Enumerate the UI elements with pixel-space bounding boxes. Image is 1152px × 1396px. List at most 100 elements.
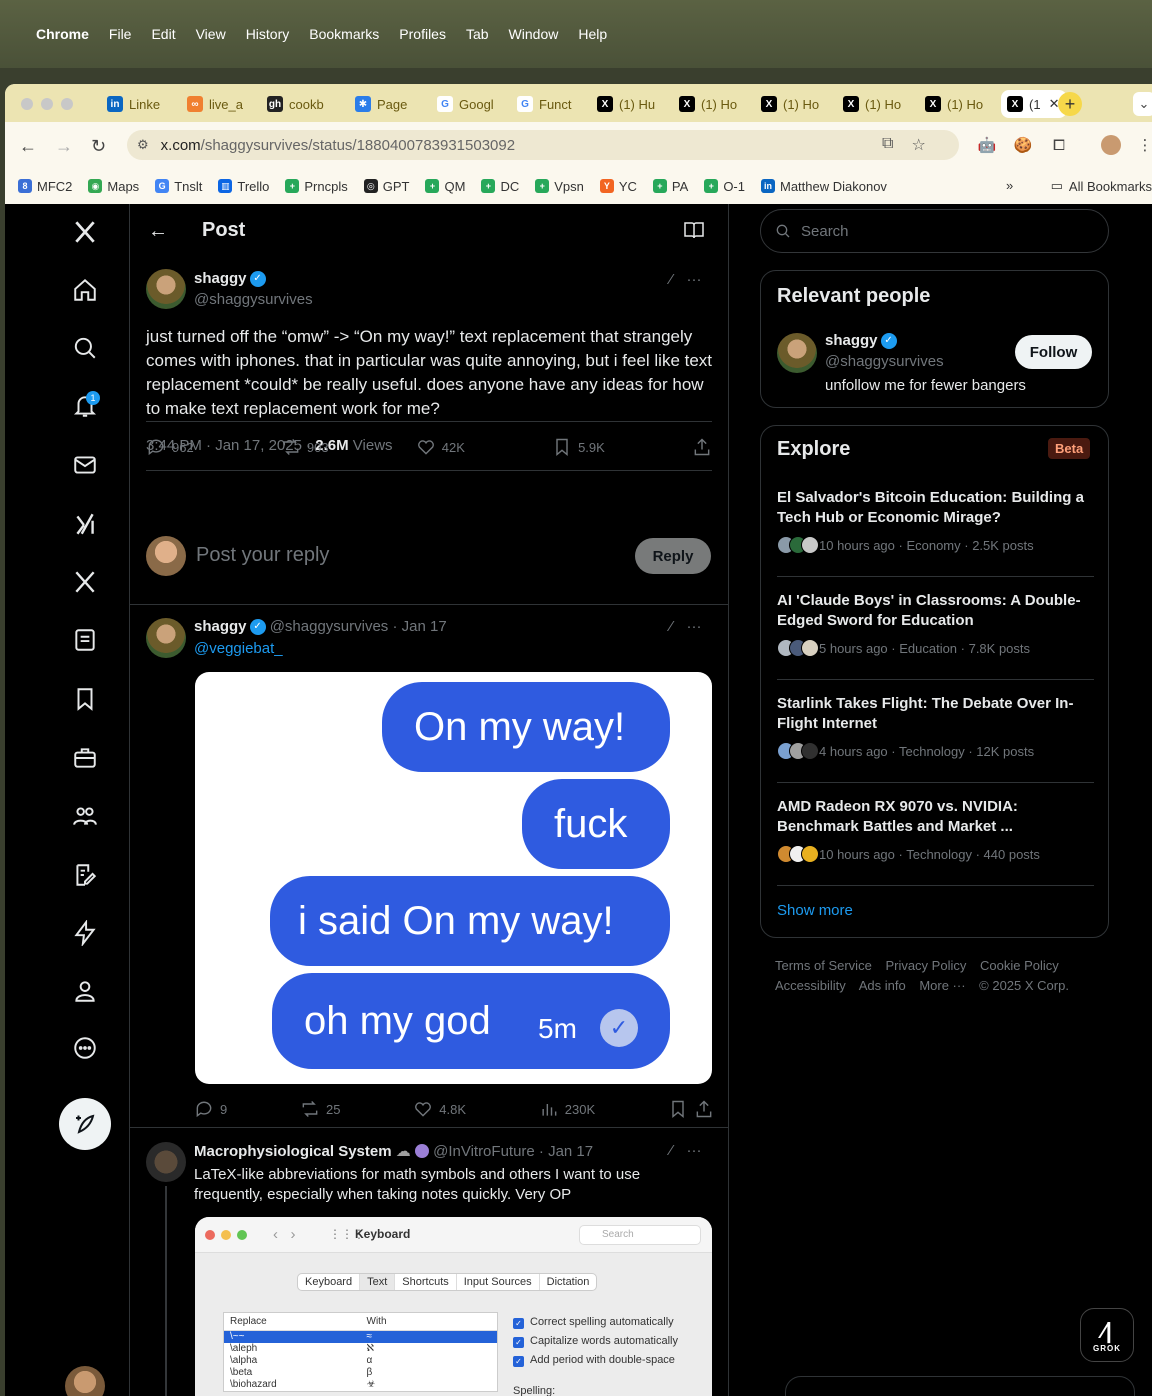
menu-history[interactable]: History	[246, 26, 290, 42]
bookmarks-icon[interactable]	[71, 685, 99, 713]
footer-privacy-link[interactable]: Privacy Policy	[885, 958, 966, 973]
footer-ads-link[interactable]: Ads info	[859, 978, 906, 993]
reply-input[interactable]: Post your reply	[196, 544, 329, 567]
bookmark-item[interactable]: 8 MFC2	[18, 179, 72, 194]
reply-handle-date[interactable]: @shaggysurvives · Jan 17	[270, 618, 447, 635]
compose-post-button[interactable]	[59, 1098, 111, 1150]
tab[interactable]: ✱ Page	[349, 90, 423, 118]
more-options-icon[interactable]: ···	[687, 1142, 702, 1159]
reader-mode-icon[interactable]	[684, 221, 704, 239]
profile-avatar[interactable]	[1101, 135, 1121, 155]
explore-item[interactable]: Starlink Takes Flight: The Debate Over I…	[777, 694, 1094, 760]
author-name[interactable]: shaggy ✓	[194, 270, 266, 288]
verified-orgs-lightning-icon[interactable]	[71, 919, 99, 947]
bookmark-item[interactable]: + DC	[481, 179, 519, 194]
tab-search-chevron-icon[interactable]: ⌄	[1133, 92, 1152, 116]
bookmark-item[interactable]: + O-1	[704, 179, 745, 194]
explore-search-icon[interactable]	[71, 334, 99, 362]
person-avatar[interactable]	[777, 333, 817, 373]
reply-image-messages[interactable]: On my way! fuck i said On my way! oh my …	[195, 672, 712, 1084]
grok-explain-icon[interactable]: ⁄	[670, 1142, 673, 1159]
bookmarks-overflow-chevron-icon[interactable]: »	[1006, 178, 1013, 193]
bookmark-item[interactable]: + Vpsn	[535, 179, 584, 194]
menu-edit[interactable]: Edit	[151, 26, 175, 42]
menu-window[interactable]: Window	[509, 26, 559, 42]
bookmark-item[interactable]: ◉ Maps	[88, 179, 139, 194]
bookmark-star-icon[interactable]: ☆	[911, 135, 925, 165]
x-premium-icon[interactable]	[71, 568, 99, 596]
tab[interactable]: G Googl	[431, 90, 503, 118]
address-bar[interactable]: ⚙ x.com/shaggysurvives/status/1880400783…	[127, 130, 959, 160]
bookmark-item[interactable]: ▥ Trello	[218, 179, 269, 194]
reply-mention-link[interactable]: @veggiebat_	[194, 640, 283, 657]
share-upload-icon[interactable]	[694, 1099, 714, 1119]
back-arrow-icon[interactable]: ←	[19, 136, 37, 157]
reply-handle-date[interactable]: @InVitroFuture · Jan 17	[433, 1143, 593, 1160]
author-avatar[interactable]	[146, 269, 186, 309]
menu-profiles[interactable]: Profiles	[399, 26, 446, 42]
bookmark-icon[interactable]	[668, 1099, 688, 1119]
views-action[interactable]: 230K	[539, 1099, 595, 1119]
menu-help[interactable]: Help	[578, 26, 607, 42]
back-arrow-icon[interactable]: ←	[148, 220, 168, 243]
tab[interactable]: ∞ live_a	[181, 90, 253, 118]
author-handle[interactable]: @shaggysurvives	[194, 291, 313, 308]
tab[interactable]: X (1) Ho	[673, 90, 747, 118]
bookmark-item[interactable]: G Tnslt	[155, 179, 202, 194]
tab[interactable]: in Linke	[101, 90, 173, 118]
menu-app-name[interactable]: Chrome	[36, 26, 89, 42]
more-options-icon[interactable]: ···	[687, 271, 702, 288]
reply-author-name[interactable]: shaggy	[194, 618, 247, 635]
tab[interactable]: X (1) Ho	[755, 90, 829, 118]
footer-terms-link[interactable]: Terms of Service	[775, 958, 872, 973]
menu-tab[interactable]: Tab	[466, 26, 489, 42]
messages-envelope-icon[interactable]	[71, 451, 99, 479]
chrome-menu-icon[interactable]: ⋮	[1135, 135, 1152, 155]
person-name[interactable]: shaggy ✓	[825, 332, 897, 350]
like-action[interactable]: 42K	[416, 437, 465, 457]
menu-bookmarks[interactable]: Bookmarks	[309, 26, 379, 42]
grok-floating-button[interactable]: ⁄| GROK	[1080, 1308, 1134, 1362]
more-circle-icon[interactable]	[71, 1034, 99, 1062]
reply-author-avatar[interactable]	[146, 1142, 186, 1182]
more-options-icon[interactable]: ···	[687, 618, 702, 635]
robot-extension-icon[interactable]: 🤖	[977, 135, 997, 155]
reply-action[interactable]: 9	[194, 1099, 227, 1119]
articles-edit-icon[interactable]	[71, 861, 99, 889]
grok-explain-icon[interactable]: ⁄	[670, 271, 673, 288]
site-info-icon[interactable]: ⚙	[137, 137, 149, 153]
reply-image-keyboard-settings[interactable]: ‹ › ⋮⋮⋮ Keyboard Search Keyboard Text Sh…	[195, 1217, 712, 1396]
explore-item[interactable]: AMD Radeon RX 9070 vs. NVIDIA: Benchmark…	[777, 797, 1094, 863]
like-action[interactable]: 4.8K	[413, 1099, 466, 1119]
person-handle[interactable]: @shaggysurvives	[825, 353, 944, 370]
footer-accessibility-link[interactable]: Accessibility	[775, 978, 846, 993]
all-bookmarks-folder[interactable]: ▭ All Bookmarks	[1051, 178, 1152, 194]
reply-author-avatar[interactable]	[146, 618, 186, 658]
new-tab-button[interactable]: +	[1058, 92, 1082, 116]
repost-action[interactable]: 25	[300, 1099, 340, 1119]
cookie-extension-icon[interactable]: 🍪	[1013, 135, 1033, 155]
search-input[interactable]: Search	[760, 209, 1109, 253]
menu-file[interactable]: File	[109, 26, 132, 42]
explore-item[interactable]: El Salvador's Bitcoin Education: Buildin…	[777, 488, 1094, 554]
reply-button[interactable]: Reply	[635, 538, 711, 574]
messages-drawer[interactable]	[785, 1376, 1135, 1396]
show-more-link[interactable]: Show more	[777, 902, 853, 919]
grok-explain-icon[interactable]: ⁄	[670, 618, 673, 635]
tab[interactable]: gh cookb	[261, 90, 341, 118]
lists-icon[interactable]	[71, 626, 99, 654]
bookmark-item[interactable]: + PA	[652, 179, 688, 194]
bookmark-item[interactable]: + Prncpls	[285, 179, 348, 194]
bookmark-item[interactable]: in Matthew Diakonov	[760, 179, 887, 194]
reload-icon[interactable]: ↻	[91, 136, 106, 157]
extensions-puzzle-icon[interactable]: ⧠	[1049, 135, 1069, 155]
tab[interactable]: G Funct	[511, 90, 583, 118]
tab[interactable]: X (1) Ho	[837, 90, 911, 118]
account-avatar[interactable]	[65, 1366, 105, 1396]
reply-author-name[interactable]: Macrophysiological System	[194, 1143, 392, 1160]
tab[interactable]: X (1) Hu	[591, 90, 665, 118]
reply-action[interactable]: 962	[146, 437, 194, 457]
home-icon[interactable]	[71, 276, 99, 304]
jobs-briefcase-icon[interactable]	[71, 744, 99, 772]
zoom-window-button[interactable]	[61, 98, 73, 110]
